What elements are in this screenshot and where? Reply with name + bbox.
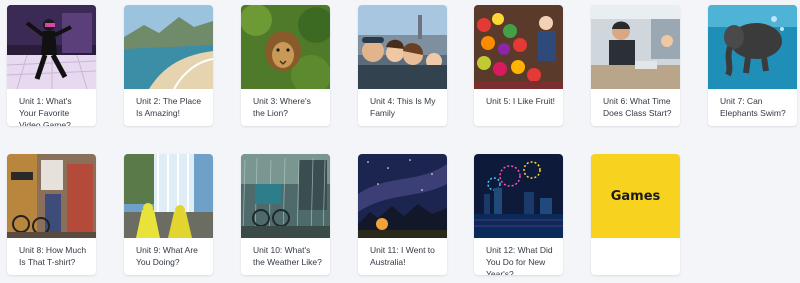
unit-card-1[interactable]: Unit 1: What's Your Favorite Video Game? [7, 5, 96, 126]
unit-card-3[interactable]: Unit 3: Where's the Lion? [241, 5, 330, 126]
unit-card-12[interactable]: Unit 12: What Did You Do for New Year's? [474, 154, 563, 275]
unit-card-10[interactable]: Unit 10: What's the Weather Like? [241, 154, 330, 275]
unit-card-8[interactable]: Unit 8: How Much Is That T-shirt? [7, 154, 96, 275]
games-tile: Games [591, 154, 680, 238]
unit-card-4[interactable]: Unit 4: This Is My Family [358, 5, 447, 126]
unit-12-image [474, 154, 563, 238]
unit-card-11[interactable]: Unit 11: I Went to Australia! [358, 154, 447, 275]
unit-card-5[interactable]: Unit 5: I Like Fruit! [474, 5, 563, 126]
unit-6-image [591, 5, 680, 89]
unit-3-image [241, 5, 330, 89]
unit-9-image [124, 154, 213, 238]
unit-10-image [241, 154, 330, 238]
unit-8-title: Unit 8: How Much Is That T-shirt? [19, 245, 87, 267]
unit-7-image [708, 5, 797, 89]
unit-8-image [7, 154, 96, 238]
unit-card-2[interactable]: Unit 2: The Place Is Amazing! [124, 5, 213, 126]
unit-12-title: Unit 12: What Did You Do for New Year's? [486, 245, 553, 275]
games-card[interactable]: Games [591, 154, 680, 275]
unit-10-title: Unit 10: What's the Weather Like? [253, 245, 322, 267]
unit-1-image [7, 5, 96, 89]
unit-6-title: Unit 6: What Time Does Class Start? [603, 96, 672, 118]
unit-grid: Unit 1: What's Your Favorite Video Game?… [0, 0, 800, 283]
unit-5-image [474, 5, 563, 89]
unit-card-9[interactable]: Unit 9: What Are You Doing? [124, 154, 213, 275]
unit-11-title: Unit 11: I Went to Australia! [370, 245, 435, 267]
unit-11-image [358, 154, 447, 238]
unit-card-6[interactable]: Unit 6: What Time Does Class Start? [591, 5, 680, 126]
unit-5-title: Unit 5: I Like Fruit! [486, 96, 555, 106]
unit-4-title: Unit 4: This Is My Family [370, 96, 436, 118]
unit-1-title: Unit 1: What's Your Favorite Video Game? [19, 96, 72, 126]
unit-3-title: Unit 3: Where's the Lion? [253, 96, 311, 118]
games-label: Games [610, 188, 661, 204]
unit-2-image [124, 5, 213, 89]
unit-2-title: Unit 2: The Place Is Amazing! [136, 96, 202, 118]
unit-4-image [358, 5, 447, 89]
unit-9-title: Unit 9: What Are You Doing? [136, 245, 198, 267]
unit-7-title: Unit 7: Can Elephants Swim? [720, 96, 786, 118]
unit-card-7[interactable]: Unit 7: Can Elephants Swim? [708, 5, 797, 126]
